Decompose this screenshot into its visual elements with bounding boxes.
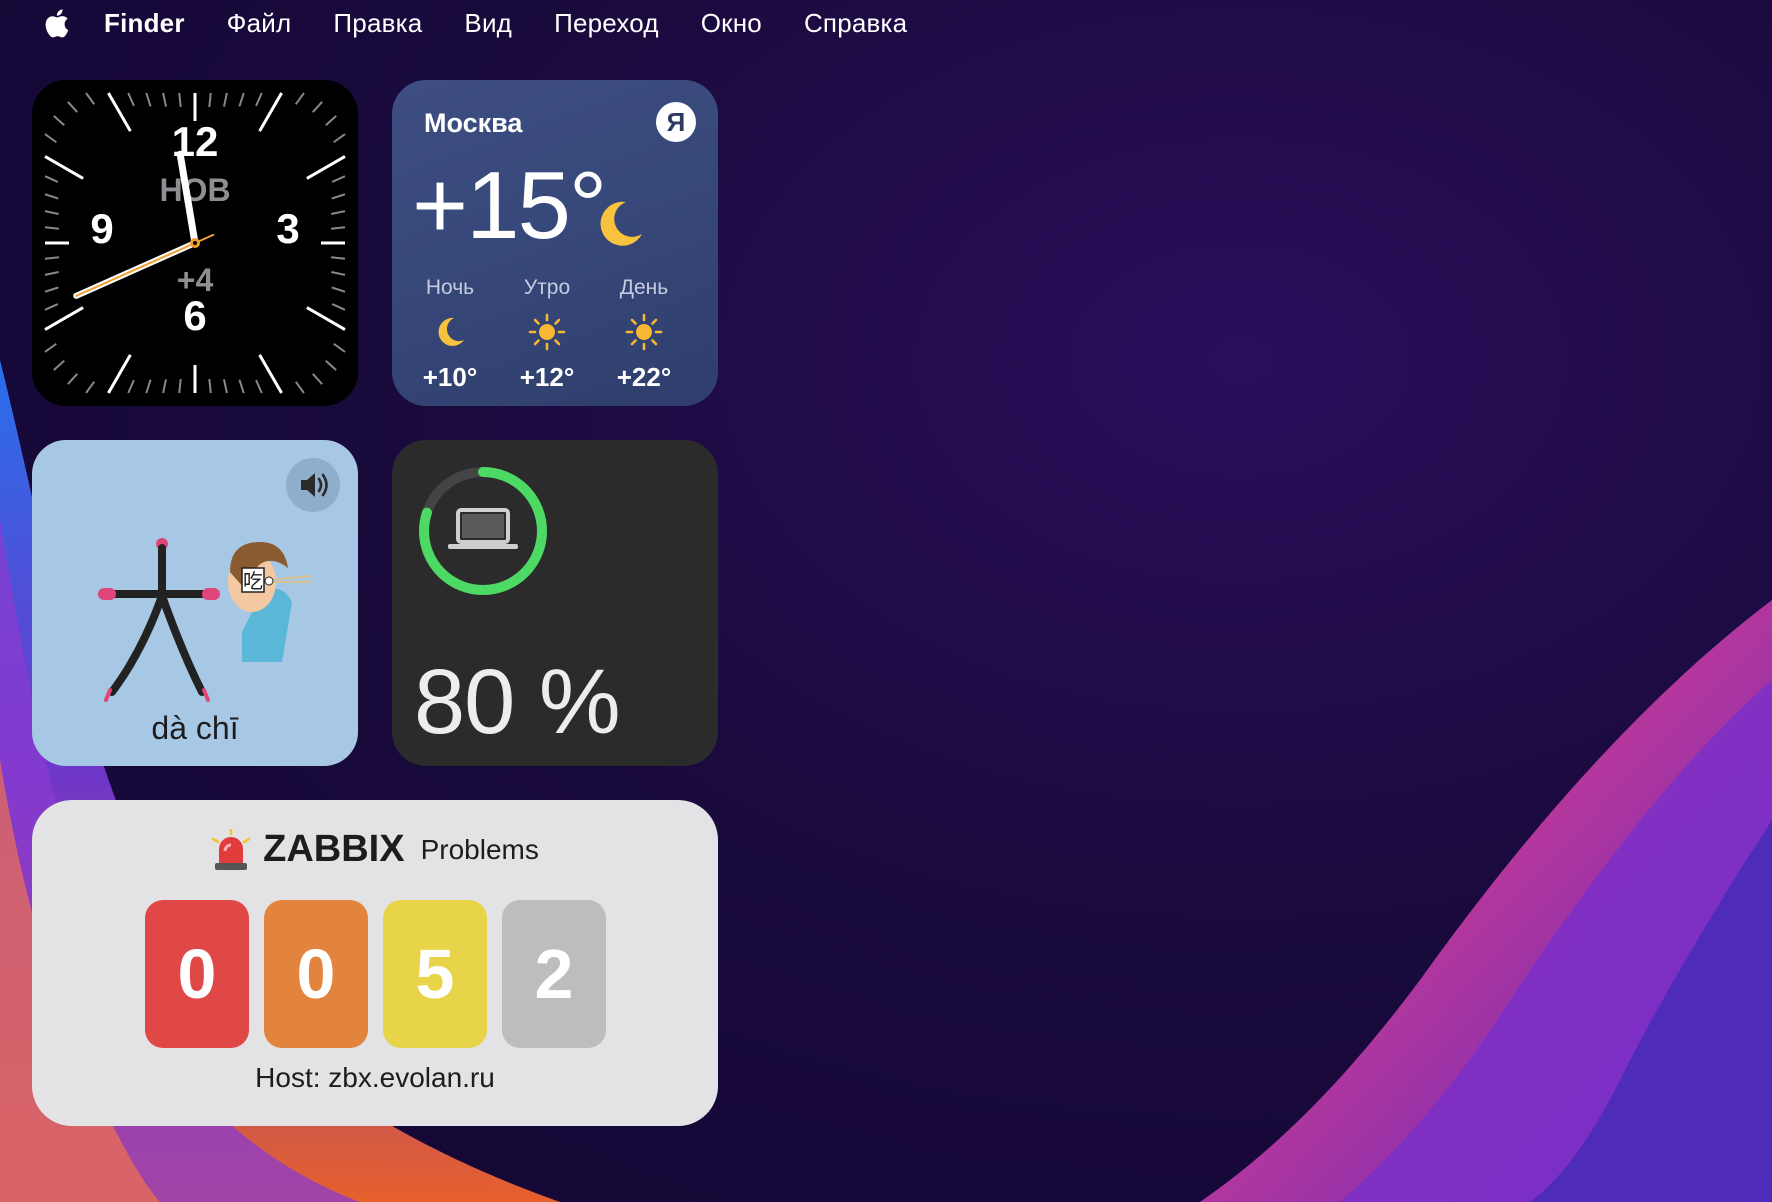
weather-widget[interactable]: Москва Я +15° Ночь +10° Утро +12° День +… — [392, 80, 718, 406]
weather-period-label: Утро — [523, 276, 571, 299]
weather-period-temp: +12° — [519, 362, 575, 392]
apple-logo-icon[interactable] — [40, 7, 70, 39]
weather-period-night: Ночь +10° — [400, 276, 500, 393]
sun-icon — [528, 313, 566, 351]
clock-city-code: НОВ — [159, 172, 230, 208]
yandex-logo-icon: Я — [656, 102, 696, 142]
battery-percent: 80 % — [414, 651, 621, 753]
problem-count-warning: 2 — [502, 900, 606, 1048]
problem-count-high: 0 — [264, 900, 368, 1048]
clock-numeral-3: 3 — [276, 205, 299, 252]
zabbix-header: ZABBIX Problems — [32, 828, 718, 871]
speaker-icon — [301, 473, 328, 497]
weather-period-label: Ночь — [425, 276, 475, 299]
menu-file[interactable]: Файл — [227, 8, 292, 39]
menu-bar: Finder Файл Правка Вид Переход Окно Спра… — [0, 0, 1772, 46]
menu-edit[interactable]: Правка — [333, 8, 422, 39]
chinese-illustration: 吃 — [98, 538, 313, 702]
problem-count-average: 5 — [383, 900, 487, 1048]
sun-icon — [625, 313, 663, 351]
clock-face: 12 3 6 9 НОВ +4 — [44, 92, 346, 394]
problem-counts: 0 0 5 2 — [145, 900, 621, 1048]
zabbix-widget[interactable]: ZABBIX Problems 0 0 5 2 Host: zbx.evolan… — [32, 800, 718, 1126]
battery-ring — [419, 467, 547, 595]
clock-offset: +4 — [177, 262, 214, 298]
weather-period-temp: +10° — [422, 362, 478, 392]
clock-numeral-9: 9 — [90, 205, 113, 252]
character-da-figure — [98, 538, 220, 702]
pinyin-text: dà chī — [151, 710, 239, 746]
moon-icon — [600, 201, 642, 246]
weather-period-label: День — [619, 276, 669, 299]
menu-window[interactable]: Окно — [701, 8, 762, 39]
menu-view[interactable]: Вид — [464, 8, 512, 39]
zabbix-host: Host: zbx.evolan.ru — [255, 1062, 495, 1093]
menu-finder[interactable]: Finder — [104, 8, 185, 39]
zabbix-subtitle: Problems — [420, 833, 539, 865]
weather-current-temp: +15° — [412, 152, 607, 259]
clock-numeral-6: 6 — [183, 292, 206, 339]
chinese-words-widget[interactable]: 吃 dà chī — [32, 440, 358, 766]
speaker-button[interactable] — [286, 458, 340, 512]
menu-go[interactable]: Переход — [554, 8, 659, 39]
siren-icon — [211, 828, 251, 870]
moon-icon — [438, 317, 464, 346]
zabbix-title: ZABBIX — [263, 828, 405, 870]
clock-widget[interactable]: 12 3 6 9 НОВ +4 — [32, 80, 358, 406]
problem-count-disaster: 0 — [145, 900, 249, 1048]
weather-period-temp: +22° — [616, 362, 672, 392]
weather-city: Москва — [424, 108, 523, 138]
weather-period-day: День +22° — [594, 276, 694, 393]
battery-widget[interactable]: 80 % — [392, 440, 718, 766]
laptop-icon — [448, 508, 518, 549]
chi-character: 吃 — [243, 569, 263, 593]
weather-period-morning: Утро +12° — [497, 276, 597, 393]
character-chi-figure: 吃 — [228, 542, 313, 662]
menu-help[interactable]: Справка — [804, 8, 907, 39]
